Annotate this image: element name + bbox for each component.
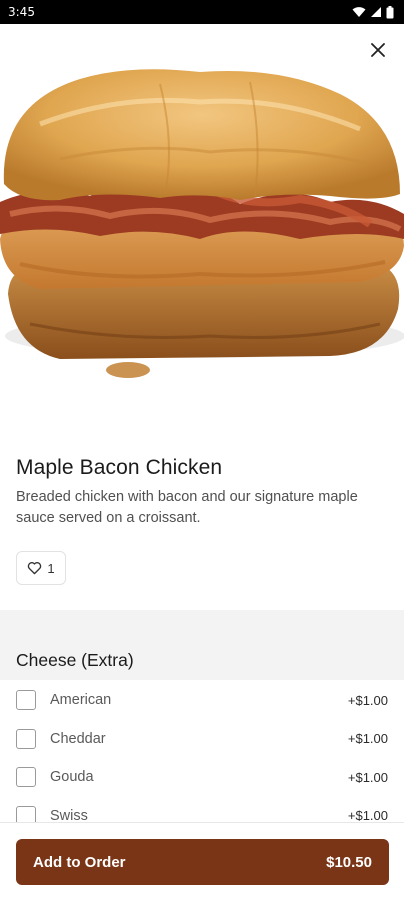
like-button[interactable]: 1 bbox=[16, 551, 66, 585]
option-label: Gouda bbox=[50, 769, 94, 786]
option-label: Swiss bbox=[50, 807, 88, 823]
option-swiss[interactable]: Swiss +$1.00 bbox=[0, 797, 404, 823]
options-list: American +$1.00 Cheddar +$1.00 Gouda +$1… bbox=[0, 681, 404, 823]
heart-icon bbox=[28, 562, 42, 575]
option-label: American bbox=[50, 692, 112, 709]
add-to-order-button[interactable]: Add to Order $10.50 bbox=[16, 839, 389, 885]
item-description: Breaded chicken with bacon and our signa… bbox=[16, 489, 358, 526]
status-icons bbox=[352, 5, 394, 19]
like-count: 1 bbox=[47, 560, 55, 576]
option-price: +$1.00 bbox=[347, 731, 388, 747]
close-button[interactable] bbox=[364, 36, 392, 64]
option-label: Cheddar bbox=[50, 730, 106, 747]
food-photo bbox=[0, 24, 404, 430]
add-to-order-label: Add to Order bbox=[33, 853, 126, 871]
option-price: +$1.00 bbox=[347, 692, 388, 708]
order-total: $10.50 bbox=[326, 853, 372, 871]
order-footer: Add to Order $10.50 bbox=[0, 822, 404, 901]
cell-signal-icon bbox=[371, 7, 381, 17]
checkbox[interactable] bbox=[16, 690, 36, 711]
option-american[interactable]: American +$1.00 bbox=[0, 681, 404, 720]
option-gouda[interactable]: Gouda +$1.00 bbox=[0, 758, 404, 797]
option-cheddar[interactable]: Cheddar +$1.00 bbox=[0, 720, 404, 759]
status-bar: 3:45 bbox=[0, 0, 404, 24]
checkbox[interactable] bbox=[16, 767, 36, 788]
section-title: Cheese (Extra) bbox=[16, 650, 134, 670]
status-time: 3:45 bbox=[8, 5, 35, 19]
wifi-icon bbox=[352, 7, 366, 17]
close-icon bbox=[371, 43, 385, 57]
item-title: Maple Bacon Chicken bbox=[16, 456, 223, 479]
option-price: +$1.00 bbox=[347, 808, 388, 823]
checkbox[interactable] bbox=[16, 805, 36, 823]
sandwich-image bbox=[0, 69, 404, 378]
option-price: +$1.00 bbox=[347, 769, 388, 785]
battery-icon bbox=[386, 5, 394, 18]
checkbox[interactable] bbox=[16, 728, 36, 749]
